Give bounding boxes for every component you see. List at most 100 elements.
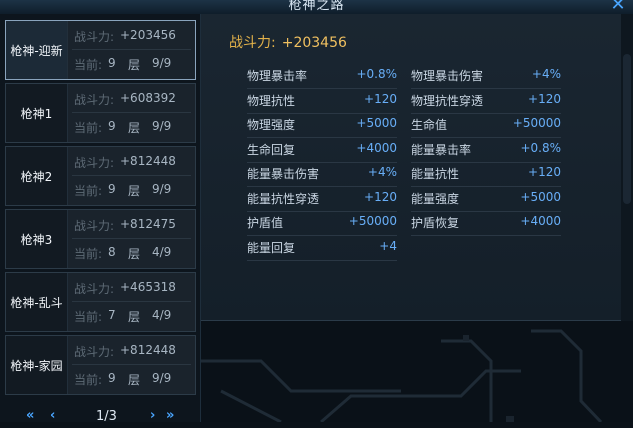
power-label: 战斗力:	[229, 35, 276, 51]
road-power: +465318	[120, 280, 176, 294]
stat-value: +4	[379, 238, 397, 253]
close-icon: ✕	[610, 0, 626, 15]
stat-label: 物理抗性	[247, 93, 296, 108]
stat-cell: 物理强度 +5000	[247, 113, 397, 138]
current-label: 当前:	[74, 58, 103, 72]
stat-cell: 护盾值 +50000	[247, 211, 397, 236]
stat-value: +50000	[512, 116, 561, 130]
progress-row: 当前: 8 层 4/9	[72, 242, 191, 266]
close-button[interactable]: ✕	[607, 0, 629, 14]
power-value: +203456	[281, 35, 347, 51]
power-row: 战斗力: +203456	[72, 25, 191, 50]
road-power: +203456	[120, 28, 176, 42]
power-row: 战斗力: +608392	[72, 88, 191, 113]
window-title: 枪神之路	[288, 0, 345, 13]
current-label: 当前:	[74, 373, 103, 387]
stat-cell: 生命回复 +4000	[247, 138, 397, 163]
stat-label: 生命回复	[247, 142, 296, 157]
power-row: 战斗力: +812475	[72, 214, 191, 239]
floor-label: 层	[128, 58, 141, 72]
stat-label: 护盾值	[247, 216, 284, 230]
road-list-item[interactable]: 枪神-乱斗 战斗力: +465318 当前: 7 层 4/9	[5, 272, 196, 332]
floor-progress: 9/9	[152, 371, 172, 385]
current-floor: 9	[108, 182, 116, 196]
power-line: 战斗力: +203456	[229, 32, 347, 52]
road-list-item[interactable]: 枪神-家园 战斗力: +812448 当前: 9 层 9/9	[5, 335, 196, 395]
progress-row: 当前: 7 层 4/9	[72, 305, 191, 329]
power-label: 战斗力:	[74, 219, 115, 233]
road-info: 战斗力: +812448 当前: 9 层 9/9	[68, 147, 195, 205]
road-power: +608392	[120, 91, 176, 105]
power-row: 战斗力: +465318	[72, 277, 191, 302]
stat-label: 能量回复	[247, 240, 296, 255]
floor-label: 层	[128, 310, 141, 324]
pager: « ‹ 1/3 › »	[0, 406, 200, 428]
circuit-decoration	[201, 329, 603, 424]
road-name: 枪神-迎新	[6, 21, 68, 79]
floor-progress: 9/9	[152, 56, 172, 70]
stat-label: 物理抗性穿透	[411, 93, 484, 108]
road-info: 战斗力: +465318 当前: 7 层 4/9	[68, 273, 195, 331]
stat-value: +120	[364, 189, 397, 204]
first-page-button[interactable]: «	[26, 408, 34, 423]
road-info: 战斗力: +812448 当前: 9 层 9/9	[68, 336, 195, 394]
road-list-item[interactable]: 枪神2 战斗力: +812448 当前: 9 层 9/9	[5, 146, 196, 206]
progress-row: 当前: 9 层 9/9	[72, 368, 191, 392]
road-list-panel: 枪神-迎新 战斗力: +203456 当前: 9 层 9/9 枪神1 战斗力: +608392 当前…	[0, 14, 201, 424]
stat-label: 物理强度	[247, 118, 296, 132]
current-label: 当前:	[74, 310, 103, 324]
power-label: 战斗力:	[74, 30, 115, 44]
stat-value: +0.8%	[356, 67, 397, 81]
road-name: 枪神2	[6, 147, 68, 205]
floor-label: 层	[128, 184, 141, 198]
stat-value: +120	[528, 91, 561, 106]
road-list-item[interactable]: 枪神-迎新 战斗力: +203456 当前: 9 层 9/9	[5, 20, 196, 80]
prev-page-button[interactable]: ‹	[50, 408, 55, 423]
road-list-item[interactable]: 枪神3 战斗力: +812475 当前: 8 层 4/9	[5, 209, 196, 269]
power-label: 战斗力:	[74, 282, 115, 296]
current-floor: 9	[108, 119, 116, 133]
floor-label: 层	[128, 247, 141, 261]
stat-cell: 物理暴击率 +0.8%	[247, 64, 397, 89]
stat-value: +4%	[367, 165, 397, 179]
floor-label: 层	[128, 373, 141, 387]
stat-value: +5000	[520, 189, 561, 204]
stat-cell: 生命值 +50000	[411, 113, 561, 138]
decor-area	[201, 321, 633, 424]
road-name: 枪神1	[6, 84, 68, 142]
road-power: +812448	[120, 154, 176, 168]
power-row: 战斗力: +812448	[72, 340, 191, 365]
road-name: 枪神-乱斗	[6, 273, 68, 331]
stat-value: +4%	[531, 67, 561, 81]
current-floor: 8	[108, 245, 116, 259]
stat-label: 物理暴击率	[247, 69, 308, 83]
power-label: 战斗力:	[74, 345, 115, 359]
stat-value: +0.8%	[520, 140, 561, 155]
road-power: +812448	[120, 343, 176, 357]
progress-row: 当前: 9 层 9/9	[72, 116, 191, 140]
stat-cell: 能量回复 +4	[247, 236, 397, 261]
stat-value: +120	[528, 165, 561, 179]
current-floor: 9	[108, 56, 116, 70]
stat-cell: 能量抗性穿透 +120	[247, 187, 397, 212]
floor-label: 层	[128, 121, 141, 135]
next-page-button[interactable]: ›	[150, 408, 155, 423]
stat-label: 护盾恢复	[411, 216, 460, 230]
last-page-button[interactable]: »	[166, 408, 174, 423]
floor-progress: 9/9	[152, 182, 172, 196]
stat-cell: 能量暴击率 +0.8%	[411, 138, 561, 163]
current-floor: 9	[108, 371, 116, 385]
progress-row: 当前: 9 层 9/9	[72, 179, 191, 203]
road-list-item[interactable]: 枪神1 战斗力: +608392 当前: 9 层 9/9	[5, 83, 196, 143]
stat-label: 能量强度	[411, 191, 460, 206]
power-row: 战斗力: +812448	[72, 151, 191, 176]
road-name: 枪神3	[6, 210, 68, 268]
stats-area: 战斗力: +203456 物理暴击率 +0.8% 物理暴击伤害 +4% 物理抗性 +120 物…	[201, 14, 621, 321]
road-info: 战斗力: +608392 当前: 9 层 9/9	[68, 84, 195, 142]
stat-label: 能量暴击伤害	[247, 167, 320, 181]
stat-value: +5000	[356, 116, 397, 130]
stat-value: +50000	[348, 214, 397, 228]
title-bar: 枪神之路 ✕	[0, 0, 633, 15]
scrollbar[interactable]	[623, 54, 631, 204]
power-label: 战斗力:	[74, 156, 115, 170]
